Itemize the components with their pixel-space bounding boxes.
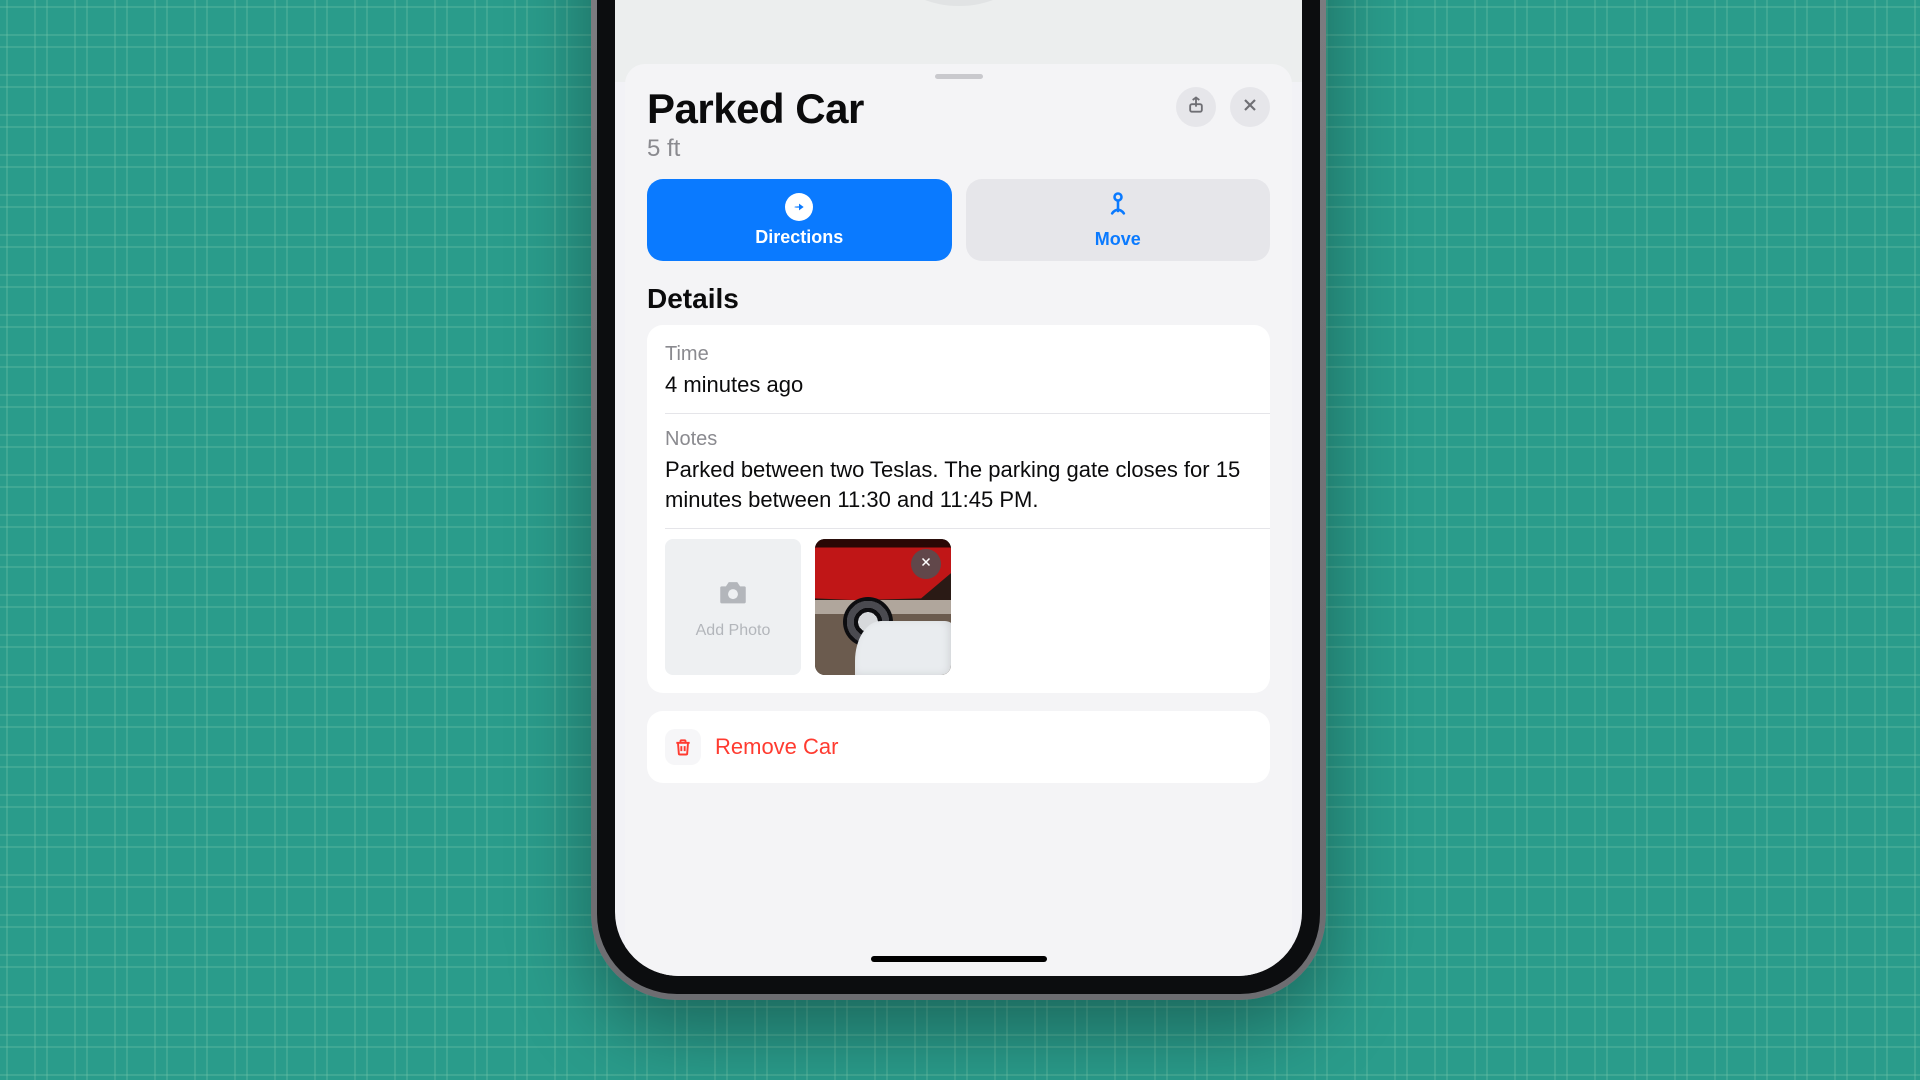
time-value: 4 minutes ago — [665, 370, 1252, 399]
move-label: Move — [1095, 229, 1141, 250]
directions-label: Directions — [755, 227, 843, 248]
remove-car-button[interactable]: Remove Car — [647, 711, 1270, 783]
photo-content — [855, 621, 951, 675]
sheet-header: Parked Car 5 ft — [625, 85, 1292, 173]
phone-frame: Parked Car 5 ft — [591, 0, 1326, 1000]
photo-thumbnail[interactable] — [815, 539, 951, 675]
move-button[interactable]: Move — [966, 179, 1271, 261]
add-photo-button[interactable]: Add Photo — [665, 539, 801, 675]
header-actions — [1176, 87, 1270, 127]
share-icon — [1186, 95, 1206, 120]
close-icon — [1240, 95, 1260, 120]
trash-icon — [665, 729, 701, 765]
directions-icon — [785, 193, 813, 221]
home-indicator[interactable] — [871, 956, 1047, 962]
phone-screen: Parked Car 5 ft — [615, 0, 1302, 976]
details-section-title: Details — [625, 275, 1292, 325]
time-row: Time 4 minutes ago — [647, 329, 1270, 413]
notes-label: Notes — [665, 428, 1252, 451]
time-label: Time — [665, 343, 1252, 366]
action-buttons-row: Directions Move — [625, 173, 1292, 275]
notes-value: Parked between two Teslas. The parking g… — [665, 455, 1252, 514]
close-icon — [919, 555, 933, 574]
camera-icon — [716, 575, 750, 614]
sheet-subtitle: 5 ft — [647, 135, 1270, 163]
parked-car-sheet: Parked Car 5 ft — [625, 64, 1292, 976]
directions-button[interactable]: Directions — [647, 179, 952, 261]
remove-car-label: Remove Car — [715, 734, 838, 760]
add-photo-label: Add Photo — [696, 622, 771, 640]
remove-card: Remove Car — [647, 711, 1270, 783]
move-pin-icon — [1104, 190, 1132, 223]
close-button[interactable] — [1230, 87, 1270, 127]
photos-row: Add Photo — [647, 529, 1270, 675]
sheet-grabber[interactable] — [935, 74, 983, 79]
share-button[interactable] — [1176, 87, 1216, 127]
details-card: Time 4 minutes ago Notes Parked between … — [647, 325, 1270, 693]
notes-row[interactable]: Notes Parked between two Teslas. The par… — [647, 414, 1270, 528]
